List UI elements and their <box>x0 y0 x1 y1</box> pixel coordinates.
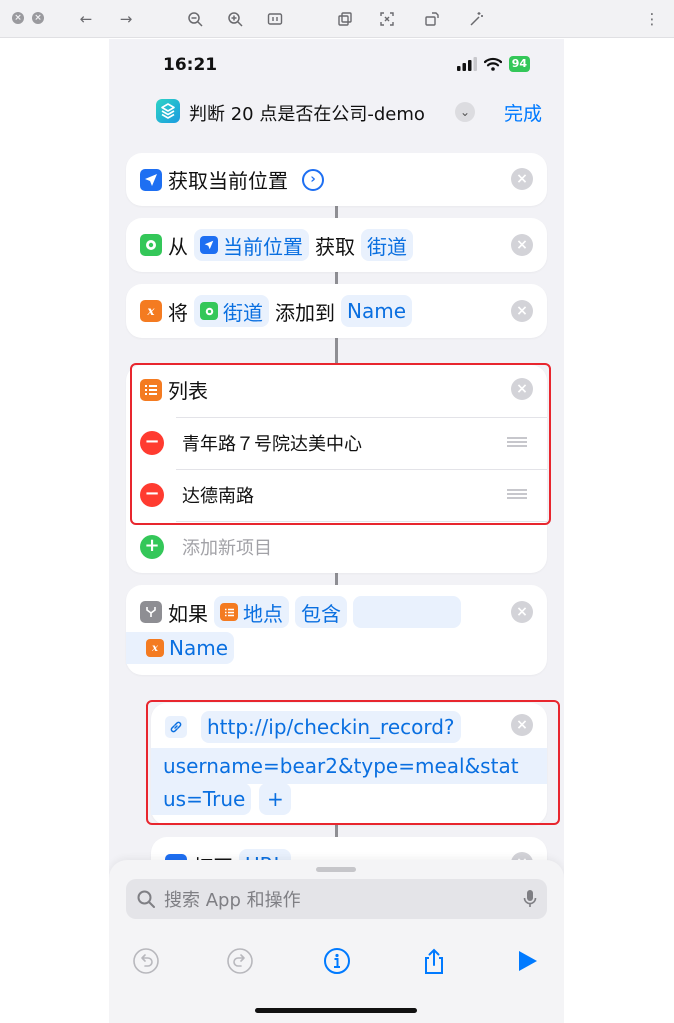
location-arrow-icon <box>140 168 162 191</box>
action-search-sheet: 搜索 App 和操作 <box>109 860 564 1023</box>
variable-label: 街道 <box>223 300 263 325</box>
wifi-icon <box>483 57 502 71</box>
add-new-item-row[interactable]: + 添加新项目 <box>140 521 533 573</box>
zoom-in-icon[interactable] <box>225 9 245 29</box>
variable-street[interactable]: 街道 <box>194 295 269 327</box>
if-value-row: x Name <box>126 632 235 664</box>
variable-x-icon: x <box>140 300 162 322</box>
sheet-grabber[interactable] <box>316 867 356 872</box>
done-button[interactable]: 完成 <box>504 99 542 126</box>
map-pin-icon <box>140 234 162 256</box>
if-action[interactable]: 如果 地点 包含 x Name × <box>126 585 547 675</box>
play-icon[interactable] <box>513 947 541 975</box>
flow-connector <box>335 272 338 284</box>
home-indicator <box>255 1008 417 1013</box>
action-middle: 添加到 <box>275 300 335 325</box>
action-label: 获取当前位置 <box>168 169 288 193</box>
add-new-item-label[interactable]: 添加新项目 <box>182 534 272 560</box>
add-item-icon[interactable]: + <box>140 535 164 559</box>
battery-icon: 94 <box>508 56 530 72</box>
remove-action-button[interactable]: × <box>511 168 533 190</box>
condition-contains[interactable]: 包含 <box>295 596 347 628</box>
close-dot-icon[interactable]: × <box>12 12 24 24</box>
variable-label: Name <box>347 299 407 323</box>
branch-icon <box>140 601 162 623</box>
phone-screen: 16:21 94 判断 20 点是否在公司-demo ⌄ 完成 获取当前位置 ›… <box>109 39 564 1023</box>
signal-icon <box>456 57 477 71</box>
get-detail-row: 从 当前位置 获取 街道 <box>140 229 413 261</box>
condition-value-field[interactable] <box>353 596 461 628</box>
back-arrow-icon[interactable]: ← <box>76 9 96 29</box>
remove-action-button[interactable]: × <box>511 234 533 256</box>
more-icon[interactable]: ⋮ <box>642 9 662 29</box>
microphone-icon[interactable] <box>523 889 537 909</box>
get-detail-action[interactable]: 从 当前位置 获取 街道 × <box>126 218 547 272</box>
share-icon[interactable] <box>420 947 448 975</box>
highlight-box <box>130 363 551 525</box>
status-icons: 94 <box>456 55 530 73</box>
variable-label: Name <box>169 636 229 660</box>
action-middle: 获取 <box>315 234 355 259</box>
chevron-down-icon[interactable]: ⌄ <box>455 102 475 122</box>
capture-icon[interactable] <box>377 9 397 29</box>
parameter-street[interactable]: 街道 <box>361 229 413 261</box>
info-icon[interactable] <box>323 947 351 975</box>
list-icon <box>220 603 238 621</box>
variable-name[interactable]: Name <box>341 295 413 327</box>
action-prefix: 从 <box>168 234 188 259</box>
variable-current-location[interactable]: 当前位置 <box>194 229 309 261</box>
variable-label: 当前位置 <box>223 234 303 259</box>
fit-icon[interactable] <box>265 9 285 29</box>
flow-connector <box>335 825 338 837</box>
close-dot-icon[interactable]: × <box>32 12 44 24</box>
copy-icon[interactable] <box>335 9 355 29</box>
if-row: 如果 地点 包含 <box>140 596 461 628</box>
add-to-row: x 将 街道 添加到 Name <box>140 295 413 327</box>
forward-arrow-icon[interactable]: → <box>116 9 136 29</box>
page-title[interactable]: 判断 20 点是否在公司-demo <box>189 100 425 126</box>
shortcut-app-icon <box>156 99 180 123</box>
viewer-toolbar: × × ← → ⋮ <box>0 0 674 38</box>
map-pin-icon <box>200 302 218 320</box>
add-to-variable-action[interactable]: x 将 街道 添加到 Name × <box>126 284 547 338</box>
condition-label: 包含 <box>301 601 341 626</box>
get-location-action[interactable]: 获取当前位置 › × <box>126 153 547 206</box>
undo-icon[interactable] <box>132 947 160 975</box>
magic-icon[interactable] <box>466 9 486 29</box>
flow-connector <box>335 206 338 218</box>
action-prefix: 如果 <box>168 601 208 626</box>
rotate-icon[interactable] <box>422 9 442 29</box>
action-prefix: 将 <box>168 300 188 325</box>
search-bar[interactable]: 搜索 App 和操作 <box>126 879 547 919</box>
variable-label: 地点 <box>243 601 283 626</box>
parameter-label: 街道 <box>367 234 407 259</box>
nav-bar: 判断 20 点是否在公司-demo ⌄ 完成 <box>109 97 564 127</box>
flow-connector <box>335 573 338 585</box>
flow-connector <box>335 338 338 365</box>
variable-place[interactable]: 地点 <box>214 596 289 628</box>
status-time: 16:21 <box>163 55 218 75</box>
variable-x-icon: x <box>146 639 164 657</box>
location-arrow-icon <box>200 236 218 254</box>
variable-name[interactable]: x Name <box>126 632 235 664</box>
search-input[interactable]: 搜索 App 和操作 <box>164 886 523 912</box>
zoom-out-icon[interactable] <box>185 9 205 29</box>
search-icon <box>137 890 155 908</box>
expand-chevron-icon[interactable]: › <box>302 168 324 191</box>
remove-action-button[interactable]: × <box>511 601 533 623</box>
get-location-row: 获取当前位置 › <box>140 165 324 194</box>
highlight-box <box>146 700 560 825</box>
redo-icon[interactable] <box>226 947 254 975</box>
remove-action-button[interactable]: × <box>511 300 533 322</box>
